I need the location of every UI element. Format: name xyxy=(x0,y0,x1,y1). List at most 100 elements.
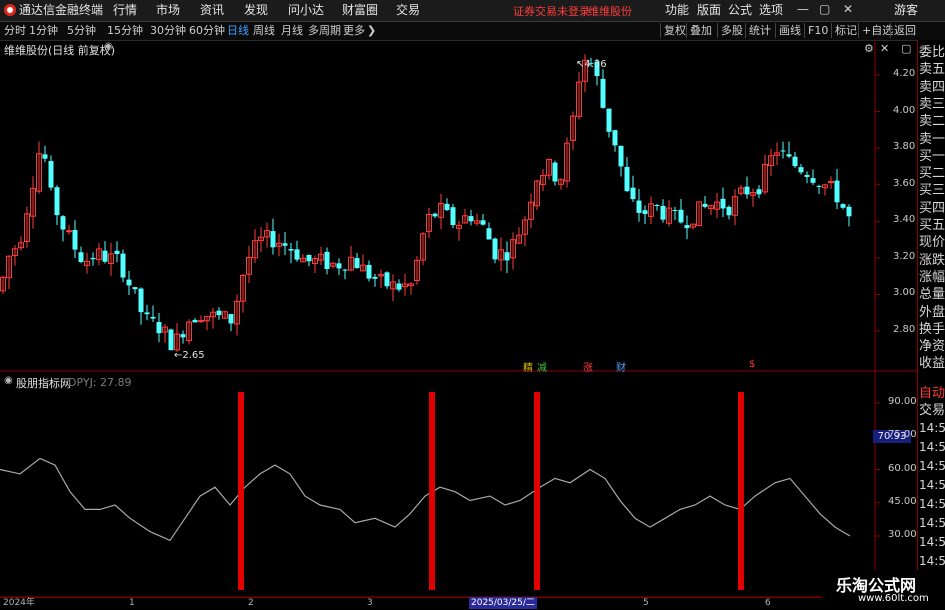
menu-discover[interactable]: 发现 xyxy=(244,2,268,19)
indicator-settings-icon[interactable]: ◉ xyxy=(4,375,13,386)
kline-chart[interactable] xyxy=(0,40,917,597)
candle-body-down xyxy=(372,276,378,279)
candle-body-up xyxy=(828,181,834,184)
candle-body-down xyxy=(624,166,630,192)
menu-function[interactable]: 功能 xyxy=(665,2,689,19)
candle-body-down xyxy=(366,264,372,279)
period-daily[interactable]: 日线 xyxy=(227,23,249,39)
news-flag-jing[interactable]: 精 xyxy=(523,359,533,374)
panel-expand-icon[interactable]: ▢ xyxy=(901,42,911,55)
candle-body-down xyxy=(444,203,450,211)
indicator-name[interactable]: 股朋指标网 xyxy=(16,375,71,391)
overlay-button[interactable]: 叠加 xyxy=(686,23,715,38)
candle-body-down xyxy=(168,329,174,351)
close-icon[interactable]: ✕ xyxy=(843,2,853,16)
period-30min[interactable]: 30分钟 xyxy=(150,23,186,39)
candle-body-down xyxy=(228,314,234,324)
draw-line-button[interactable]: 画线 xyxy=(775,23,804,38)
candle-body-down xyxy=(102,250,108,262)
candle-body-down xyxy=(90,257,96,260)
menu-trade[interactable]: 交易 xyxy=(396,2,420,19)
candle-body-down xyxy=(120,253,126,278)
auto-toggle[interactable]: 自动 xyxy=(919,385,945,402)
statistics-button[interactable]: 统计 xyxy=(745,23,774,38)
minimize-icon[interactable]: — xyxy=(797,2,809,16)
menu-market[interactable]: 市场 xyxy=(156,2,180,19)
maximize-icon[interactable]: ▢ xyxy=(819,2,830,16)
guest-label[interactable]: 游客 xyxy=(894,2,918,19)
settings-circle-icon[interactable]: ◉ xyxy=(104,41,113,52)
candle-body-down xyxy=(744,186,750,195)
menu-layout[interactable]: 版面 xyxy=(697,2,721,19)
period-1min[interactable]: 1分钟 xyxy=(29,23,58,39)
period-15min[interactable]: 15分钟 xyxy=(107,23,143,39)
signal-bar xyxy=(238,392,244,590)
news-flag-cai[interactable]: 财 xyxy=(616,359,626,374)
candle-body-up xyxy=(198,320,204,323)
login-notice[interactable]: 证券交易未登录 xyxy=(513,3,590,20)
news-flag-zhang[interactable]: 涨 xyxy=(583,359,593,374)
quote-field-label: 现价 xyxy=(919,235,945,251)
back-button[interactable]: 返回 xyxy=(890,23,919,38)
price-tick-label: 3.00 xyxy=(893,287,916,299)
quote-field-label: 买二 xyxy=(919,166,945,182)
candle-body-down xyxy=(702,203,708,207)
quote-field-label: 买三 xyxy=(919,183,945,199)
menu-wealth-circle[interactable]: 财富圈 xyxy=(342,2,378,19)
period-multi[interactable]: 多周期 xyxy=(308,23,341,39)
signal-bar xyxy=(738,392,744,590)
period-weekly[interactable]: 周线 xyxy=(253,23,275,39)
stock-name-header: 维维股份 xyxy=(588,5,632,18)
f10-button[interactable]: F10 xyxy=(804,23,831,38)
quote-field-label: 涨幅 xyxy=(919,269,945,285)
low-price-marker: ←2.65 xyxy=(174,350,205,361)
period-60min[interactable]: 60分钟 xyxy=(189,23,225,39)
quote-field-label: 外盘 xyxy=(919,304,945,320)
signal-bar xyxy=(534,392,540,590)
candle-body-down xyxy=(798,167,804,173)
main-chart-title: 维维股份(日线 前复权) xyxy=(4,44,116,57)
news-flag-jian[interactable]: 减 xyxy=(537,359,547,374)
candle-body-down xyxy=(678,209,684,223)
period-timeshare[interactable]: 分时 xyxy=(4,23,26,39)
quote-field-label: 买一 xyxy=(919,148,945,164)
quote-field-label: 卖四 xyxy=(919,79,945,95)
menu-quotes[interactable]: 行情 xyxy=(113,2,137,19)
quote-field-label: 买四 xyxy=(919,200,945,216)
news-flag-dollar[interactable]: $ xyxy=(749,359,755,370)
watermark-url: www.60lt.com xyxy=(858,593,929,604)
adjust-button[interactable]: 复权 xyxy=(660,23,689,38)
candle-body-down xyxy=(660,205,666,220)
mark-button[interactable]: 标记 xyxy=(831,23,860,38)
menu-options[interactable]: 选项 xyxy=(759,2,783,19)
menu-formula[interactable]: 公式 xyxy=(728,2,752,19)
gear-icon[interactable]: ⚙ xyxy=(864,42,874,55)
candle-body-down xyxy=(492,238,498,260)
panel-close-icon[interactable]: ✕ xyxy=(880,42,889,55)
trade-time: 14:56 xyxy=(919,421,945,435)
price-tick-label: 3.20 xyxy=(893,250,916,262)
candle-body-down xyxy=(726,206,732,216)
candle-body-down xyxy=(480,220,486,225)
quote-field-label: 收益 xyxy=(919,356,945,372)
candle-body-down xyxy=(48,161,54,188)
period-monthly[interactable]: 月线 xyxy=(281,23,303,39)
candle-body-down xyxy=(486,228,492,240)
menu-news[interactable]: 资讯 xyxy=(200,2,224,19)
quote-field-label: 卖五 xyxy=(919,62,945,78)
more-chevron-icon[interactable]: ❯ xyxy=(367,23,376,39)
quote-field-label: 委比 xyxy=(919,45,945,60)
candle-body-down xyxy=(618,145,624,167)
period-5min[interactable]: 5分钟 xyxy=(67,23,96,39)
multi-stock-button[interactable]: 多股 xyxy=(717,23,746,38)
candle-body-down xyxy=(354,258,360,269)
app-title: 通达信金融终端 xyxy=(19,3,104,17)
candle-body-down xyxy=(288,249,294,251)
trade-tab[interactable]: 交易 xyxy=(919,402,945,419)
period-more[interactable]: 更多 xyxy=(343,23,365,39)
candle-body-down xyxy=(840,204,846,208)
date-label-6: 6 xyxy=(765,598,771,608)
quote-field-label: 卖一 xyxy=(919,131,945,147)
menu-ask[interactable]: 问小达 xyxy=(288,2,324,19)
candle-body-down xyxy=(654,204,660,206)
